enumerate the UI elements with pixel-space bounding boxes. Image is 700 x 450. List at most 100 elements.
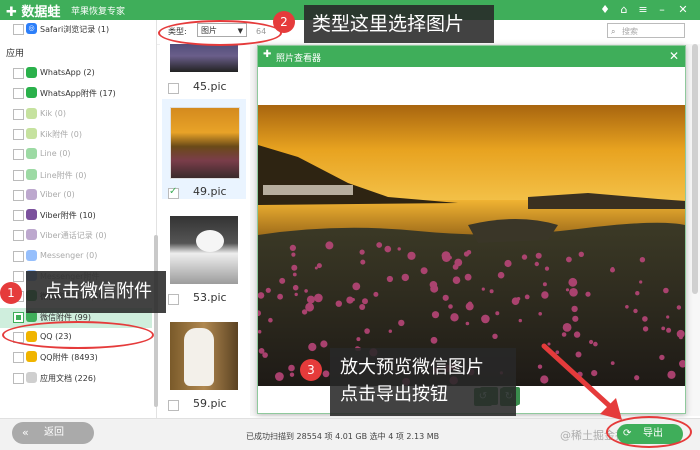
qq-attachment-icon	[26, 351, 37, 363]
kik-icon	[26, 107, 37, 119]
checkbox[interactable]	[13, 108, 24, 120]
sidebar: ◎ Safari浏览记录 (1) 应用 WhatsApp (2) WhatsApp…	[0, 20, 157, 418]
thumbnail-name: 59.pic	[193, 397, 227, 410]
search-placeholder: 搜索	[622, 27, 638, 36]
sidebar-item[interactable]: WhatsApp附件 (17)	[0, 84, 152, 104]
sidebar-item[interactable]: Kik附件 (0)	[0, 125, 152, 145]
double-chevron-left-icon: «	[22, 426, 29, 439]
thumbnail-name: 49.pic	[193, 185, 227, 198]
sidebar-item[interactable]: WhatsApp (2)	[0, 64, 152, 84]
thumbnail-image[interactable]	[170, 322, 238, 390]
checkbox[interactable]	[13, 352, 24, 364]
thumbnail-checkbox[interactable]	[168, 294, 179, 305]
safari-icon: ◎	[26, 23, 37, 34]
annotation-arrow	[541, 343, 622, 420]
sidebar-item-label: Line附件 (0)	[40, 170, 87, 180]
viewer-title: 照片查看器	[276, 54, 322, 64]
sidebar-item-label: Kik附件 (0)	[40, 129, 82, 139]
messenger-icon	[26, 249, 37, 261]
thumbnail-image[interactable]	[170, 107, 240, 179]
horse-shape	[184, 328, 214, 386]
section-title: 应用	[6, 49, 25, 59]
viber-icon	[26, 188, 37, 200]
document-icon	[26, 371, 37, 383]
viber-call-icon	[26, 229, 37, 241]
annotation-text: 点击微信附件	[26, 271, 166, 313]
annotation-text: 类型这里选择图片	[304, 5, 494, 43]
close-icon[interactable]: ✕	[669, 49, 679, 63]
scan-status: 已成功扫描到 28554 项 4.01 GB 选中 4 项 2.13 MB	[246, 432, 440, 441]
line-attachment-icon	[26, 168, 37, 180]
checkbox[interactable]	[13, 128, 24, 140]
viewer-logo-icon: ✚	[263, 49, 272, 60]
checkbox[interactable]	[13, 230, 24, 242]
sidebar-item[interactable]: Kik (0)	[0, 105, 152, 125]
thumbnail-checkbox[interactable]	[168, 400, 179, 411]
sidebar-item[interactable]: Messenger (0)	[0, 247, 152, 267]
sidebar-item-safari[interactable]: ◎ Safari浏览记录 (1)	[0, 20, 152, 40]
checkbox[interactable]	[13, 311, 24, 323]
sidebar-item[interactable]: Viber (0)	[0, 186, 152, 206]
checkbox[interactable]	[13, 24, 24, 35]
content-scrollbar[interactable]	[692, 44, 698, 294]
sidebar-item[interactable]: QQ附件 (8493)	[0, 348, 152, 368]
sidebar-item-label: Safari浏览记录 (1)	[40, 25, 110, 34]
sidebar-item[interactable]: Viber附件 (10)	[0, 206, 152, 226]
sidebar-scrollbar[interactable]	[154, 235, 158, 407]
whatsapp-attachment-icon	[26, 87, 37, 99]
sidebar-item[interactable]: Line附件 (0)	[0, 166, 152, 186]
minimize-icon[interactable]: –	[655, 3, 669, 17]
back-button[interactable]: « 返回	[12, 422, 94, 444]
close-icon[interactable]: ✕	[676, 3, 690, 17]
viewer-header: ✚ 照片查看器 ✕	[258, 46, 685, 67]
sidebar-item-label: Kik (0)	[40, 108, 66, 118]
sidebar-item-label: QQ附件 (8493)	[40, 353, 98, 363]
thumbnail-name: 45.pic	[193, 80, 227, 93]
gem-icon[interactable]: ♦	[598, 3, 612, 17]
cart-icon[interactable]: ⌂	[617, 3, 631, 17]
annotation-text: 放大预览微信图片 点击导出按钮	[330, 348, 516, 416]
sidebar-item-label: Viber通话记录 (0)	[40, 231, 107, 241]
thumbnail-name: 53.pic	[193, 291, 227, 304]
annotation-ring-wechat	[2, 321, 154, 349]
checkbox[interactable]	[13, 210, 24, 222]
thumbnail-image[interactable]	[170, 44, 238, 72]
annotation-number: 2	[273, 11, 295, 33]
rabbit-shape	[196, 230, 224, 252]
checkbox[interactable]	[13, 149, 24, 161]
checkbox[interactable]	[13, 372, 24, 384]
sidebar-item[interactable]: Line (0)	[0, 145, 152, 165]
sidebar-item-label: WhatsApp附件 (17)	[40, 89, 116, 99]
app-title: 数据蛙	[21, 5, 61, 20]
line-icon	[26, 148, 37, 160]
checkbox[interactable]	[13, 88, 24, 100]
search-input[interactable]: ⌕ 搜索	[607, 23, 685, 38]
checkbox[interactable]	[13, 271, 24, 282]
sidebar-item-label: Viber附件 (10)	[40, 211, 96, 221]
thumbnail-checkbox[interactable]	[168, 83, 179, 94]
kik-attachment-icon	[26, 127, 37, 139]
sidebar-item-label: Line (0)	[40, 149, 71, 159]
viber-attachment-icon	[26, 209, 37, 221]
menu-icon[interactable]: ≡	[636, 3, 650, 17]
sidebar-item-label: Viber (0)	[40, 189, 75, 199]
checkbox[interactable]	[13, 250, 24, 262]
checkbox[interactable]	[13, 189, 24, 201]
sidebar-item-label: WhatsApp (2)	[40, 68, 95, 77]
checkbox[interactable]	[13, 169, 24, 181]
whatsapp-icon	[26, 67, 37, 78]
annotation-number: 3	[300, 359, 322, 381]
annotation-ring-type	[158, 20, 282, 46]
checkbox[interactable]	[13, 68, 24, 79]
sidebar-item[interactable]: Viber通话记录 (0)	[0, 226, 152, 246]
sidebar-item[interactable]: 应用文档 (226)	[0, 369, 152, 389]
sidebar-item-label: Messenger (0)	[40, 250, 98, 260]
thumbnail-image[interactable]	[170, 216, 238, 284]
search-icon: ⌕	[611, 27, 616, 36]
annotation-number: 1	[0, 282, 22, 304]
sidebar-item-label: 应用文档 (226)	[40, 373, 97, 383]
thumbnail-list: 45.pic 49.pic 53.pic 59.pic	[160, 44, 250, 416]
app-subtitle: 苹果恢复专家	[71, 7, 126, 17]
app-logo: ✚ 数据蛙	[6, 5, 61, 20]
thumbnail-checkbox[interactable]	[168, 186, 179, 199]
